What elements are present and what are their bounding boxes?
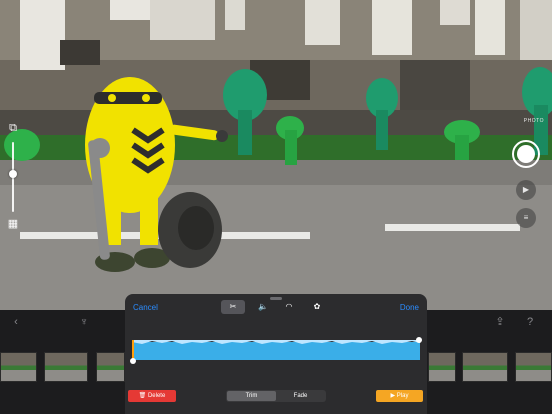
help-icon[interactable]: ?: [523, 314, 537, 330]
app-screen: ⧉ ▦ PHOTO ▶ ≡ ‹ ♆ ⇪ ? Cancel Done ✂ 🔈 ◠ …: [0, 0, 552, 414]
filters-icon[interactable]: ✿: [305, 300, 329, 314]
zoom-controls: ⧉ ▦: [5, 120, 21, 232]
share-icon[interactable]: ⇪: [493, 314, 507, 330]
timeline-frame[interactable]: [96, 352, 125, 382]
play-label: Play: [396, 393, 409, 399]
delete-label: Delete: [147, 393, 166, 399]
microphone-icon[interactable]: ♆: [77, 314, 91, 330]
trash-icon: 🗑: [138, 393, 148, 399]
segment-trim[interactable]: Trim: [227, 391, 276, 401]
audio-waveform[interactable]: [132, 340, 420, 362]
claymation-scene: [0, 0, 552, 310]
camera-mode-label: PHOTO: [523, 118, 544, 124]
segment-fade[interactable]: Fade: [276, 391, 325, 401]
audio-edit-panel: Cancel Done ✂ 🔈 ◠ ✿ 🗑 Delete Trim Fade ▶…: [125, 294, 427, 414]
speed-gauge-icon[interactable]: ◠: [277, 300, 301, 314]
play-button[interactable]: ▶ Play: [376, 390, 423, 402]
cancel-button[interactable]: Cancel: [133, 303, 158, 312]
shutter-button[interactable]: [512, 140, 540, 168]
settings-menu-button[interactable]: ≡: [516, 208, 536, 228]
done-button[interactable]: Done: [400, 303, 419, 312]
zoom-slider-knob[interactable]: [9, 170, 17, 178]
scissors-icon[interactable]: ✂: [221, 300, 245, 314]
capture-controls: PHOTO ▶ ≡: [512, 118, 552, 234]
timeline-frame[interactable]: [462, 352, 508, 382]
video-preview[interactable]: ⧉ ▦ PHOTO ▶ ≡: [0, 0, 552, 310]
timeline-frame[interactable]: [0, 352, 37, 382]
trim-fade-segmented-control: Trim Fade: [226, 390, 326, 402]
trim-start-handle[interactable]: [130, 358, 136, 364]
delete-button[interactable]: 🗑 Delete: [128, 390, 176, 402]
timeline-frame[interactable]: [44, 352, 88, 382]
timeline-frame[interactable]: [428, 352, 456, 382]
camera-switch-icon[interactable]: ⧉: [5, 120, 21, 136]
timeline-frame[interactable]: [515, 352, 552, 382]
play-preview-button[interactable]: ▶: [516, 180, 536, 200]
trim-end-handle[interactable]: [416, 337, 422, 343]
volume-icon[interactable]: 🔈: [251, 300, 275, 314]
back-chevron-icon[interactable]: ‹: [9, 314, 23, 330]
grid-toggle-icon[interactable]: ▦: [5, 216, 21, 232]
